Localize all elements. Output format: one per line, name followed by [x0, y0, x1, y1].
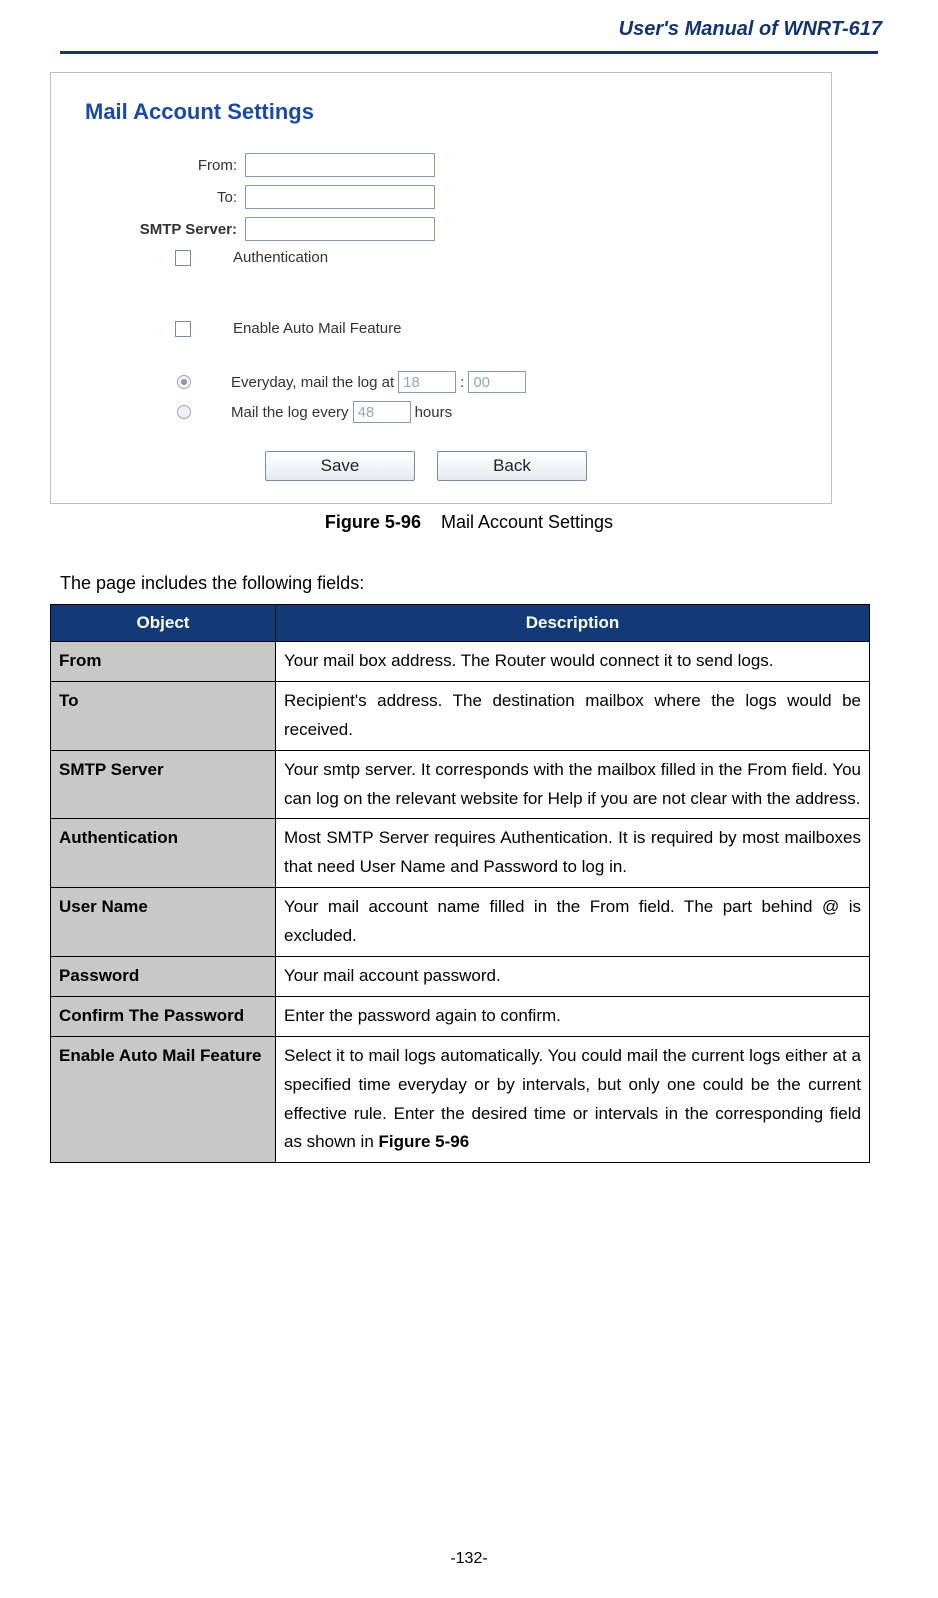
obj-cell: SMTP Server	[51, 750, 276, 819]
radio-interval[interactable]	[177, 405, 191, 419]
row-schedule-everyday: Everyday, mail the log at :	[85, 371, 801, 393]
obj-cell: Authentication	[51, 819, 276, 888]
label-everyday: Everyday, mail the log at :	[231, 371, 526, 393]
intro-text: The page includes the following fields:	[60, 573, 878, 594]
desc-cell: Your mail account password.	[276, 957, 870, 997]
back-button[interactable]: Back	[437, 451, 587, 481]
input-interval[interactable]	[353, 401, 411, 423]
table-row: User Name Your mail account name filled …	[51, 888, 870, 957]
input-minute[interactable]	[468, 371, 526, 393]
row-from: From:	[85, 153, 801, 177]
label-smtp: SMTP Server:	[85, 221, 245, 238]
desc-cell: Your smtp server. It corresponds with th…	[276, 750, 870, 819]
checkbox-auth[interactable]	[175, 250, 191, 266]
text-time-sep: :	[460, 374, 464, 391]
checkbox-enable-auto[interactable]	[175, 321, 191, 337]
radio-dot-icon	[181, 379, 187, 385]
button-row: Save Back	[265, 451, 801, 481]
desc-text: Select it to mail logs automatically. Yo…	[284, 1046, 861, 1152]
page-number: -132-	[0, 1550, 938, 1568]
input-hour[interactable]	[398, 371, 456, 393]
page-header-title: User's Manual of WNRT-617	[60, 18, 882, 41]
table-row: Authentication Most SMTP Server requires…	[51, 819, 870, 888]
label-interval: Mail the log every hours	[231, 401, 452, 423]
desc-cell: Most SMTP Server requires Authentication…	[276, 819, 870, 888]
input-to[interactable]	[245, 185, 435, 209]
text-interval-prefix: Mail the log every	[231, 404, 349, 421]
desc-cell: Recipient's address. The destination mai…	[276, 681, 870, 750]
text-interval-suffix: hours	[415, 404, 453, 421]
row-enable-auto: Enable Auto Mail Feature	[85, 320, 801, 337]
row-smtp: SMTP Server:	[85, 217, 801, 241]
label-auth: Authentication	[233, 249, 328, 266]
table-row: Password Your mail account password.	[51, 957, 870, 997]
text-everyday-prefix: Everyday, mail the log at	[231, 374, 394, 391]
figure-caption-text: Mail Account Settings	[441, 512, 613, 532]
figure-panel: Mail Account Settings From: To: SMTP Ser…	[50, 72, 832, 504]
row-auth: Authentication	[85, 249, 801, 266]
figure-caption: Figure 5-96 Mail Account Settings	[60, 512, 878, 533]
figure-number: Figure 5-96	[325, 512, 421, 532]
th-object: Object	[51, 605, 276, 642]
table-row: Enable Auto Mail Feature Select it to ma…	[51, 1036, 870, 1163]
obj-cell: User Name	[51, 888, 276, 957]
obj-cell: Enable Auto Mail Feature	[51, 1036, 276, 1163]
input-smtp[interactable]	[245, 217, 435, 241]
obj-cell: Password	[51, 957, 276, 997]
header-divider	[60, 51, 878, 54]
input-from[interactable]	[245, 153, 435, 177]
table-row: Confirm The Password Enter the password …	[51, 996, 870, 1036]
desc-cell: Enter the password again to confirm.	[276, 996, 870, 1036]
label-from: From:	[85, 157, 245, 174]
table-row: From Your mail box address. The Router w…	[51, 642, 870, 682]
obj-cell: To	[51, 681, 276, 750]
desc-figref: Figure 5-96	[379, 1132, 470, 1151]
obj-cell: Confirm The Password	[51, 996, 276, 1036]
section-title: Mail Account Settings	[85, 99, 801, 125]
desc-cell: Your mail box address. The Router would …	[276, 642, 870, 682]
desc-cell: Your mail account name filled in the Fro…	[276, 888, 870, 957]
th-description: Description	[276, 605, 870, 642]
fields-table: Object Description From Your mail box ad…	[50, 604, 870, 1163]
table-row: To Recipient's address. The destination …	[51, 681, 870, 750]
obj-cell: From	[51, 642, 276, 682]
desc-cell: Select it to mail logs automatically. Yo…	[276, 1036, 870, 1163]
table-row: SMTP Server Your smtp server. It corresp…	[51, 750, 870, 819]
label-to: To:	[85, 189, 245, 206]
save-button[interactable]: Save	[265, 451, 415, 481]
row-to: To:	[85, 185, 801, 209]
radio-everyday[interactable]	[177, 375, 191, 389]
label-enable-auto: Enable Auto Mail Feature	[233, 320, 401, 337]
row-schedule-interval: Mail the log every hours	[85, 401, 801, 423]
